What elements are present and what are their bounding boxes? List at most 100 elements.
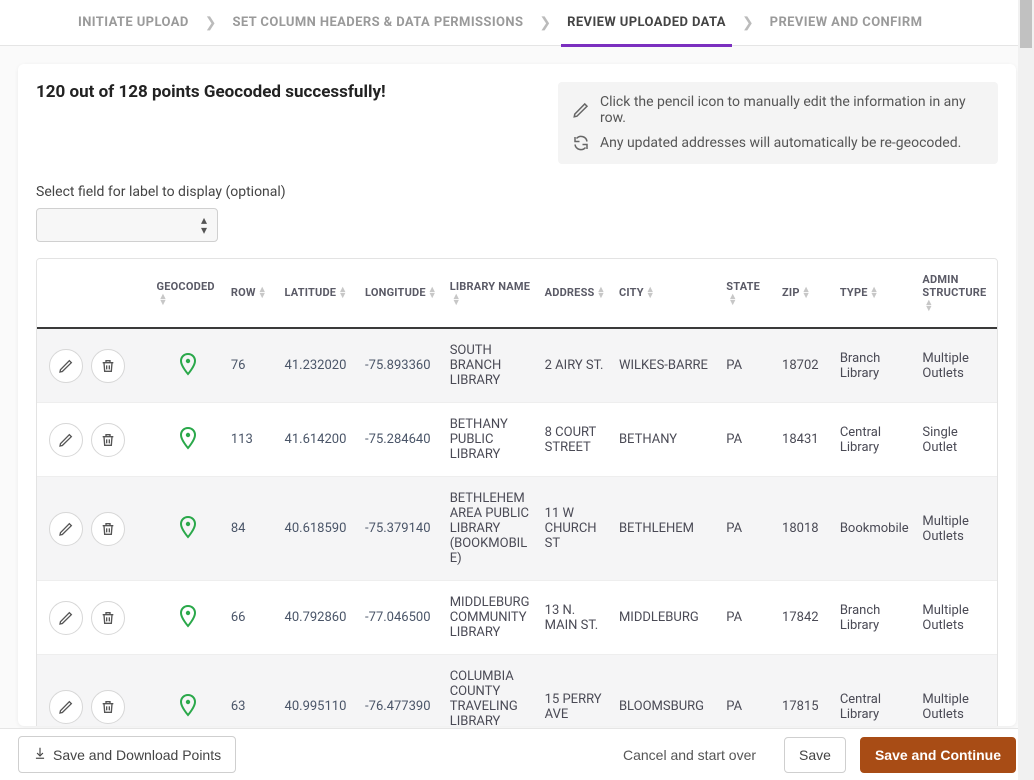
- edit-row-button[interactable]: [49, 601, 83, 635]
- city-cell: WILKES-BARRE: [613, 328, 720, 403]
- admin-structure-cell: Multiple Outlets: [916, 581, 997, 655]
- latitude-cell: 41.614200: [279, 403, 360, 477]
- address-cell: 11 W CHURCH ST: [539, 477, 613, 581]
- th-row[interactable]: ROW▲▼: [225, 259, 279, 328]
- zip-cell: 18018: [776, 477, 834, 581]
- state-cell: PA: [720, 655, 776, 726]
- type-cell: Branch Library: [834, 328, 917, 403]
- save-continue-button[interactable]: Save and Continue: [860, 737, 1016, 773]
- th-longitude[interactable]: LONGITUDE▲▼: [359, 259, 444, 328]
- step-review-uploaded-data[interactable]: REVIEW UPLOADED DATA: [563, 0, 730, 46]
- th-admin-structure[interactable]: ADMIN STRUCTURE▲▼: [916, 259, 997, 328]
- library-name-cell: SOUTH BRANCH LIBRARY: [444, 328, 539, 403]
- zip-cell: 17815: [776, 655, 834, 726]
- geocoded-cell: [151, 477, 225, 581]
- address-cell: 2 AIRY ST.: [539, 328, 613, 403]
- map-pin-icon: [176, 365, 200, 380]
- library-name-cell: MIDDLEBURG COMMUNITY LIBRARY: [444, 581, 539, 655]
- table-row: 7641.232020-75.893360SOUTH BRANCH LIBRAR…: [37, 328, 997, 403]
- edit-row-button[interactable]: [49, 690, 83, 724]
- geocode-status-heading: 120 out of 128 points Geocoded successfu…: [36, 82, 386, 102]
- refresh-icon: [572, 134, 590, 152]
- zip-cell: 18431: [776, 403, 834, 477]
- latitude-cell: 40.792860: [279, 581, 360, 655]
- th-geocoded[interactable]: GEOCODED▲▼: [151, 259, 225, 328]
- row-number: 113: [225, 403, 279, 477]
- state-cell: PA: [720, 581, 776, 655]
- zip-cell: 17842: [776, 581, 834, 655]
- step-preview-confirm[interactable]: PREVIEW AND CONFIRM: [766, 0, 927, 46]
- latitude-cell: 40.618590: [279, 477, 360, 581]
- type-cell: Branch Library: [834, 581, 917, 655]
- table-row: 11341.614200-75.284640BETHANY PUBLIC LIB…: [37, 403, 997, 477]
- delete-row-button[interactable]: [91, 690, 125, 724]
- step-initiate-upload[interactable]: INITIATE UPLOAD: [74, 0, 193, 46]
- th-state[interactable]: STATE▲▼: [720, 259, 776, 328]
- field-select[interactable]: ▴▾: [36, 208, 218, 242]
- map-pin-icon: [176, 528, 200, 543]
- delete-row-button[interactable]: [91, 423, 125, 457]
- table-row: 6640.792860-77.046500MIDDLEBURG COMMUNIT…: [37, 581, 997, 655]
- map-pin-icon: [176, 706, 200, 721]
- type-cell: Central Library: [834, 403, 917, 477]
- state-cell: PA: [720, 403, 776, 477]
- step-column-headers[interactable]: SET COLUMN HEADERS & DATA PERMISSIONS: [228, 0, 527, 46]
- wizard-stepper: INITIATE UPLOAD ❯ SET COLUMN HEADERS & D…: [0, 0, 1034, 46]
- admin-structure-cell: Multiple Outlets: [916, 655, 997, 726]
- longitude-cell: -77.046500: [359, 581, 444, 655]
- row-number: 76: [225, 328, 279, 403]
- longitude-cell: -75.893360: [359, 328, 444, 403]
- state-cell: PA: [720, 477, 776, 581]
- latitude-cell: 41.232020: [279, 328, 360, 403]
- city-cell: BETHANY: [613, 403, 720, 477]
- th-city[interactable]: CITY▲▼: [613, 259, 720, 328]
- library-name-cell: COLUMBIA COUNTY TRAVELING LIBRARY AUTHOR…: [444, 655, 539, 726]
- chevron-right-icon: ❯: [205, 15, 217, 31]
- admin-structure-cell: Single Outlet: [916, 403, 997, 477]
- hint-box: Click the pencil icon to manually edit t…: [558, 82, 998, 164]
- geocoded-cell: [151, 328, 225, 403]
- table-row: 6340.995110-76.477390COLUMBIA COUNTY TRA…: [37, 655, 997, 726]
- save-button[interactable]: Save: [784, 737, 846, 773]
- pencil-icon: [572, 101, 590, 119]
- latitude-cell: 40.995110: [279, 655, 360, 726]
- th-type[interactable]: TYPE▲▼: [834, 259, 917, 328]
- cancel-button[interactable]: Cancel and start over: [609, 738, 770, 772]
- field-select-label: Select field for label to display (optio…: [18, 164, 1016, 208]
- delete-row-button[interactable]: [91, 512, 125, 546]
- type-cell: Central Library: [834, 655, 917, 726]
- type-cell: Bookmobile: [834, 477, 917, 581]
- page-scrollbar[interactable]: [1018, 0, 1034, 780]
- th-library-name[interactable]: LIBRARY NAME▲▼: [444, 259, 539, 328]
- delete-row-button[interactable]: [91, 349, 125, 383]
- admin-structure-cell: Multiple Outlets: [916, 477, 997, 581]
- chevron-right-icon: ❯: [742, 15, 754, 31]
- edit-row-button[interactable]: [49, 423, 83, 457]
- longitude-cell: -75.379140: [359, 477, 444, 581]
- edit-row-button[interactable]: [49, 512, 83, 546]
- city-cell: BLOOMSBURG: [613, 655, 720, 726]
- data-table: GEOCODED▲▼ ROW▲▼ LATITUDE▲▼ LONGITUDE▲▼ …: [36, 258, 998, 726]
- geocoded-cell: [151, 403, 225, 477]
- row-number: 66: [225, 581, 279, 655]
- address-cell: 15 PERRY AVE: [539, 655, 613, 726]
- th-zip[interactable]: ZIP▲▼: [776, 259, 834, 328]
- th-address[interactable]: ADDRESS▲▼: [539, 259, 613, 328]
- table-row: 8440.618590-75.379140BETHLEHEM AREA PUBL…: [37, 477, 997, 581]
- address-cell: 8 COURT STREET: [539, 403, 613, 477]
- city-cell: BETHLEHEM: [613, 477, 720, 581]
- save-download-button[interactable]: Save and Download Points: [18, 736, 236, 773]
- delete-row-button[interactable]: [91, 601, 125, 635]
- footer-bar: Save and Download Points Cancel and star…: [0, 728, 1034, 780]
- chevron-right-icon: ❯: [539, 15, 551, 31]
- map-pin-icon: [176, 617, 200, 632]
- library-name-cell: BETHLEHEM AREA PUBLIC LIBRARY (BOOKMOBIL…: [444, 477, 539, 581]
- address-cell: 13 N. MAIN ST.: [539, 581, 613, 655]
- select-caret-icon: ▴▾: [201, 215, 207, 235]
- city-cell: MIDDLEBURG: [613, 581, 720, 655]
- longitude-cell: -75.284640: [359, 403, 444, 477]
- th-latitude[interactable]: LATITUDE▲▼: [279, 259, 360, 328]
- state-cell: PA: [720, 328, 776, 403]
- library-name-cell: BETHANY PUBLIC LIBRARY: [444, 403, 539, 477]
- edit-row-button[interactable]: [49, 349, 83, 383]
